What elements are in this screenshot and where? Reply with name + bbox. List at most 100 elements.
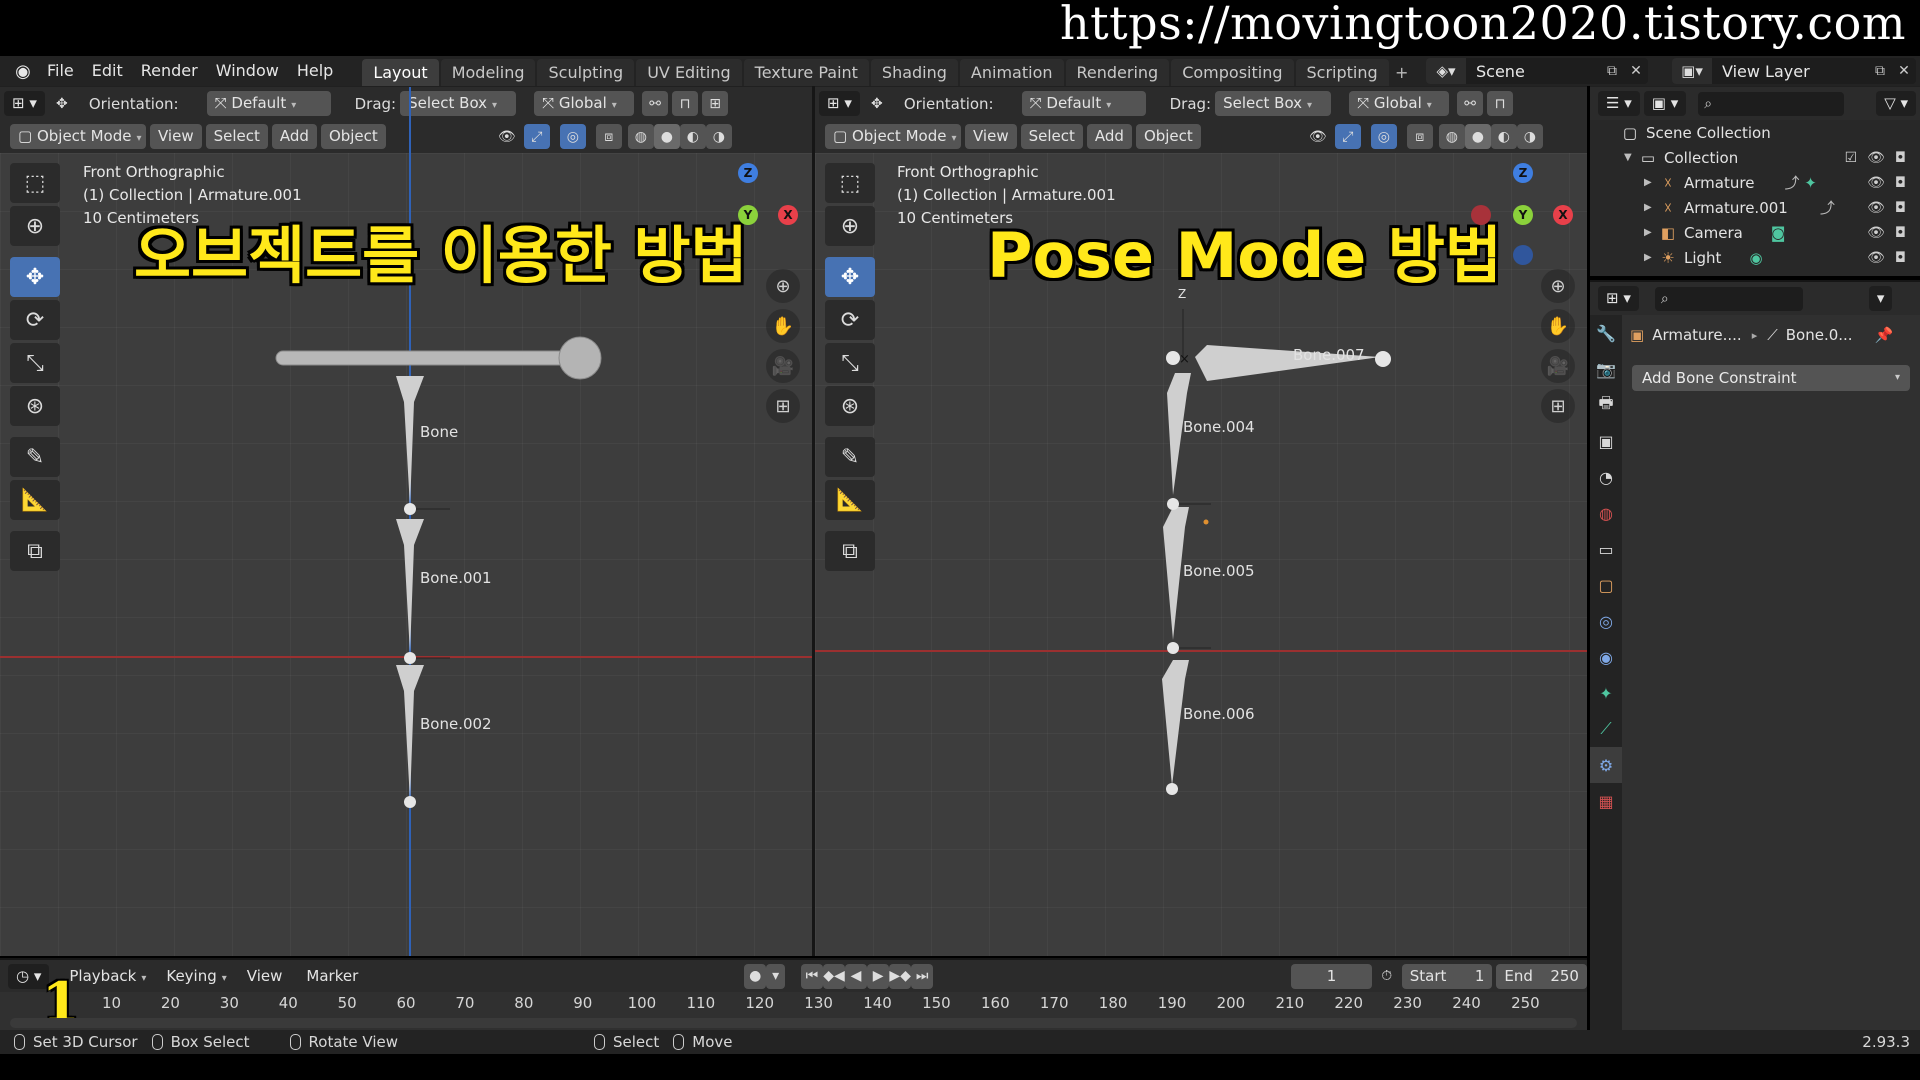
add-workspace-button[interactable]: + [1391,59,1413,86]
object-tab-icon[interactable]: ▢ [1590,567,1622,603]
outliner-row-camera[interactable]: ▶ ◧ Camera ◙ 👁 ◘ [1590,220,1920,245]
jump-end-icon[interactable]: ⏭ [911,963,934,989]
marker-menu[interactable]: Marker [298,964,366,989]
properties-editor-type-button[interactable]: ⊞ ▾ [1598,286,1639,311]
x-axis-ball[interactable]: X [1553,205,1573,225]
outliner-row-armature-001[interactable]: ▶ ☓ Armature.001 ⤴ 👁 ◘ [1590,195,1920,220]
tab-layout[interactable]: Layout [362,59,439,86]
outliner-editor-type-button[interactable]: ☰ ▾ [1598,91,1640,116]
expand-arrow-icon[interactable]: ▶ [1644,252,1658,263]
y-axis-ball[interactable]: Y [1513,205,1533,225]
z-axis-ball[interactable]: Z [738,163,758,183]
camera-view-icon[interactable]: 🎥 [1541,349,1575,383]
pan-view-icon[interactable]: ✋ [766,309,800,343]
left-3d-viewport[interactable]: ⊞ ▾ ✥ Orientation: ⤧ Default ▾ Drag: Sele… [0,86,812,956]
tab-scripting[interactable]: Scripting [1295,59,1389,86]
output-tab-icon[interactable]: 🖶 [1590,387,1622,423]
x-axis-ball[interactable]: X [778,205,798,225]
camera-icon[interactable]: ◘ [1895,200,1906,216]
pan-view-icon[interactable]: ✋ [1541,309,1575,343]
next-keyframe-icon[interactable]: ▶◆ [889,963,912,989]
tool-tab-icon[interactable]: 🔧 [1590,315,1622,351]
eye-icon[interactable]: 👁 [1867,150,1885,166]
tab-compositing[interactable]: Compositing [1171,59,1294,86]
menu-edit[interactable]: Edit [83,56,132,86]
bone-tab-icon[interactable]: ⟋ [1590,711,1622,747]
physics-tab-icon[interactable]: ◎ [1590,603,1622,639]
neg-z-axis-ball[interactable] [1513,245,1533,265]
camera-icon[interactable]: ◘ [1895,175,1906,191]
blender-logo-icon[interactable]: ◉ [8,56,38,86]
record-keyframe-icon[interactable]: ● [744,963,767,989]
collection-tab-icon[interactable]: ▭ [1590,531,1622,567]
expand-arrow-icon[interactable]: ▶ [1644,177,1658,188]
checkbox-icon[interactable]: ☑ [1845,150,1858,166]
tab-texture-paint[interactable]: Texture Paint [743,59,869,86]
pin-icon[interactable]: 📌 [1875,326,1894,344]
current-frame-field[interactable]: 1 [1291,963,1372,989]
jump-start-icon[interactable]: ⏮ [800,963,823,989]
properties-options-icon[interactable]: ▾ [1868,286,1893,311]
expand-arrow-icon[interactable]: ▼ [1624,152,1638,163]
eye-icon[interactable]: 👁 [1867,200,1885,216]
view-layer-selector[interactable]: ▣▾ View Layer ⧉ ✕ [1672,58,1916,84]
new-scene-icon[interactable]: ⧉ [1600,63,1624,79]
world-tab-icon[interactable]: ◍ [1590,495,1622,531]
auto-key-options-icon[interactable]: ▾ [766,963,785,989]
camera-icon[interactable]: ◘ [1895,250,1906,266]
eye-icon[interactable]: 👁 [1867,250,1885,266]
view-layer-tab-icon[interactable]: ▣ [1590,423,1622,459]
scene-name[interactable]: Scene [1466,62,1600,81]
zoom-view-icon[interactable]: ⊕ [766,269,800,303]
properties-search-input[interactable]: ⌕ [1654,286,1803,311]
menu-help[interactable]: Help [288,56,342,86]
render-tab-icon[interactable]: 📷 [1590,351,1622,387]
display-mode-button[interactable]: ▣ ▾ [1643,91,1687,116]
ortho-toggle-icon[interactable]: ⊞ [1541,389,1575,423]
new-view-layer-icon[interactable]: ⧉ [1868,63,1892,79]
armature-data-tab-icon[interactable]: ✦ [1590,675,1622,711]
outliner-row-scene-collection[interactable]: ▢ Scene Collection [1590,120,1920,145]
timeline-view-menu[interactable]: View [239,964,291,989]
menu-file[interactable]: File [38,56,83,86]
scene-tab-icon[interactable]: ◔ [1590,459,1622,495]
tab-modeling[interactable]: Modeling [440,59,536,86]
neg-x-axis-ball[interactable] [1471,205,1491,225]
camera-icon[interactable]: ◘ [1895,150,1906,166]
camera-view-icon[interactable]: 🎥 [766,349,800,383]
timeline-ruler[interactable]: 1 10 20 30 40 50 60 70 80 90 100 110 120 130 140 150 16… [0,970,1587,1034]
prev-keyframe-icon[interactable]: ◆◀ [823,963,846,989]
view-layer-name[interactable]: View Layer [1712,62,1868,81]
filter-icon[interactable]: ▽ ▾ [1876,91,1917,116]
play-icon[interactable]: ▶ [867,963,890,989]
camera-icon[interactable]: ◘ [1895,225,1906,241]
outliner-row-light[interactable]: ▶ ☀ Light ◉ 👁 ◘ [1590,245,1920,270]
eye-icon[interactable]: 👁 [1867,225,1885,241]
menu-render[interactable]: Render [132,56,207,86]
menu-window[interactable]: Window [207,56,288,86]
add-bone-constraint-button[interactable]: Add Bone Constraint ▾ [1632,365,1910,391]
outliner-row-armature[interactable]: ▶ ☓ Armature ⤴ ✦ 👁 ◘ [1590,170,1920,195]
outliner-search-input[interactable]: ⌕ [1698,91,1845,116]
tab-sculpting[interactable]: Sculpting [537,59,635,86]
eye-icon[interactable]: 👁 [1867,175,1885,191]
scene-selector[interactable]: ◈▾ Scene ⧉ ✕ [1426,58,1648,84]
start-frame-field[interactable]: Start 1 [1401,963,1493,989]
close-scene-icon[interactable]: ✕ [1624,63,1648,79]
keying-menu[interactable]: Keying ▾ [158,964,234,989]
z-axis-ball[interactable]: Z [1513,163,1533,183]
bone-constraint-tab-icon[interactable]: ⚙ [1590,747,1622,783]
close-view-layer-icon[interactable]: ✕ [1892,63,1916,79]
expand-arrow-icon[interactable]: ▶ [1644,227,1658,238]
texture-tab-icon[interactable]: ▦ [1590,783,1622,819]
tab-uv-editing[interactable]: UV Editing [636,59,742,86]
timeline-scrollbar[interactable] [10,1018,1577,1028]
tab-shading[interactable]: Shading [870,59,958,86]
expand-arrow-icon[interactable]: ▶ [1644,202,1658,213]
end-frame-field[interactable]: End 250 [1496,963,1587,989]
ortho-toggle-icon[interactable]: ⊞ [766,389,800,423]
stopwatch-icon[interactable]: ⏱ [1376,964,1398,989]
tab-animation[interactable]: Animation [959,59,1064,86]
tab-rendering[interactable]: Rendering [1065,59,1170,86]
outliner-row-collection[interactable]: ▼ ▭ Collection ☑ 👁 ◘ [1590,145,1920,170]
